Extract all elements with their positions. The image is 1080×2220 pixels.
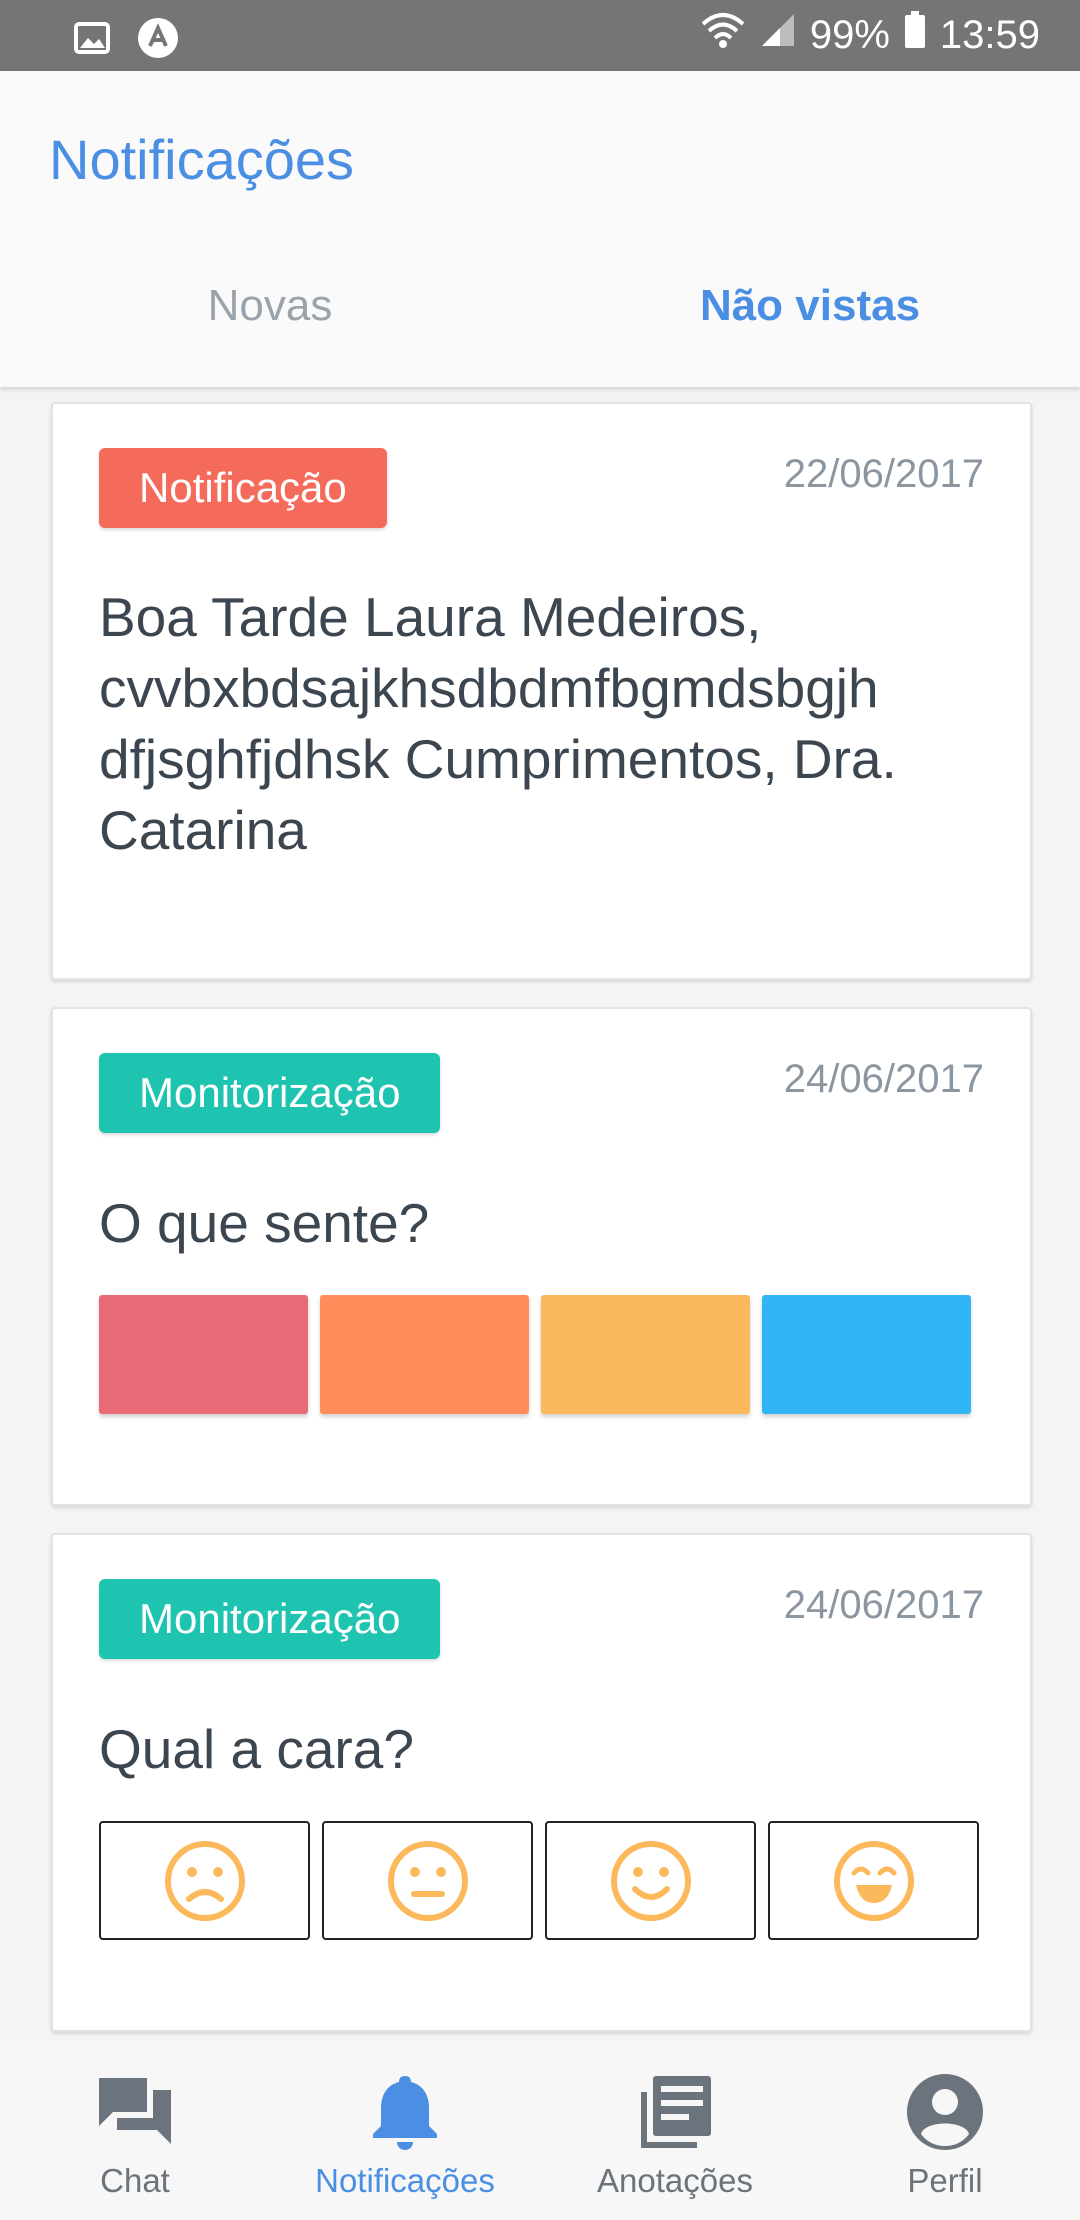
bottom-navigation: Chat Notificações Anotações Perfil <box>0 2040 1080 2220</box>
face-option-sad[interactable] <box>99 1821 310 1940</box>
image-icon <box>74 22 110 59</box>
profile-icon <box>907 2074 983 2150</box>
grin-face-icon <box>833 1840 914 1921</box>
wifi-icon <box>700 10 746 60</box>
app-notification-icon <box>136 16 180 65</box>
nav-perfil-label: Perfil <box>907 2162 983 2199</box>
color-option-yellow[interactable] <box>541 1295 750 1414</box>
color-option-red[interactable] <box>99 1295 308 1414</box>
tab-bar: Novas Não vistas <box>0 281 1080 387</box>
notes-icon <box>641 2076 711 2148</box>
notification-date: 22/06/2017 <box>783 452 984 496</box>
monitoring-date: 24/06/2017 <box>783 1057 984 1101</box>
page-title: Notificações <box>49 128 355 191</box>
feeling-question: O que sente? <box>99 1192 430 1254</box>
face-option-smile[interactable] <box>545 1821 756 1940</box>
color-option-blue[interactable] <box>762 1295 971 1414</box>
clock: 13:59 <box>939 12 1040 57</box>
sad-face-icon <box>164 1840 245 1921</box>
monitoring-card-face: Monitorização 24/06/2017 Qual a cara? <box>51 1533 1032 2032</box>
notification-card[interactable]: Notificação 22/06/2017 Boa Tarde Laura M… <box>51 402 1032 980</box>
nav-perfil[interactable]: Perfil <box>810 2072 1080 2200</box>
face-option-neutral[interactable] <box>322 1821 533 1940</box>
neutral-face-icon <box>387 1840 468 1921</box>
smile-face-icon <box>610 1840 691 1921</box>
notification-message: Boa Tarde Laura Medeiros, cvvbxbdsajkhsd… <box>99 586 897 861</box>
nav-anotacoes-label: Anotações <box>597 2162 753 2199</box>
battery-percentage: 99% <box>809 12 890 57</box>
face-options <box>99 1821 979 1940</box>
tab-nao-vistas[interactable]: Não vistas <box>540 281 1080 331</box>
nav-notificacoes-label: Notificações <box>315 2162 495 2199</box>
notification-badge: Notificação <box>99 448 387 528</box>
nav-chat-label: Chat <box>100 2162 170 2199</box>
face-question: Qual a cara? <box>99 1718 414 1780</box>
monitoring-date: 24/06/2017 <box>783 1583 984 1627</box>
monitoring-badge: Monitorização <box>99 1579 441 1659</box>
bell-icon <box>373 2076 437 2150</box>
signal-icon <box>760 12 796 58</box>
status-bar: 99% 13:59 <box>0 0 1080 71</box>
monitoring-card-feeling: Monitorização 24/06/2017 O que sente? <box>51 1007 1032 1506</box>
color-options <box>99 1295 971 1414</box>
monitoring-badge: Monitorização <box>99 1053 441 1133</box>
nav-chat[interactable]: Chat <box>0 2072 270 2200</box>
face-option-grin[interactable] <box>768 1821 979 1940</box>
app-header: Notificações Novas Não vistas <box>0 71 1080 387</box>
nav-notificacoes[interactable]: Notificações <box>270 2072 540 2200</box>
color-option-orange[interactable] <box>320 1295 529 1414</box>
battery-icon <box>904 11 926 59</box>
tab-novas[interactable]: Novas <box>0 281 540 331</box>
nav-anotacoes[interactable]: Anotações <box>540 2072 810 2200</box>
chat-icon <box>99 2078 171 2144</box>
